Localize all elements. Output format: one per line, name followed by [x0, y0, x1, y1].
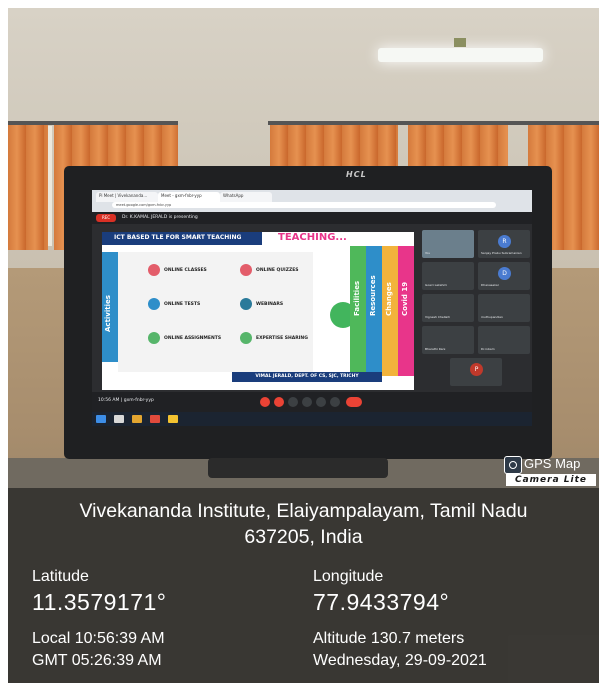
slide-pillar: Changes	[382, 246, 398, 376]
item-dot	[148, 264, 160, 276]
address: Vivekananda Institute, Elaiyampalayam, T…	[8, 498, 599, 550]
browser-tab-active: Meet - gxm-fnbr-yyp	[158, 192, 220, 202]
activities-panel: ONLINE CLASSES ONLINE QUIZZES ONLINE TES…	[118, 252, 313, 372]
monitor-screen: Pi Meet | Vivekananda... Meet - gxm-fnbr…	[92, 190, 532, 426]
longitude-value: 77.9433794°	[313, 589, 450, 615]
gps-watermark: GPS Map Camera Lite	[500, 454, 599, 486]
date: Wednesday, 29-09-2021	[313, 652, 487, 669]
address-line-1: Vivekananda Institute, Elaiyampalayam, T…	[79, 500, 528, 522]
address-bar: meet.google.com/gxm-fnbr-yyp	[112, 202, 496, 208]
pillar-label: Resources	[369, 275, 377, 316]
participant-name: Sanjay Prabu Subramanian	[481, 251, 522, 255]
meet-controls: 10:56 AM | gxm-fnbr-yyp	[92, 392, 532, 412]
presentation-slide: ICT BASED TLE FOR SMART TEACHING TEACHIN…	[102, 232, 414, 390]
participant-name: Vignesh Chellaih	[425, 315, 450, 319]
monitor-stand	[208, 458, 388, 478]
latitude-label: Latitude	[32, 568, 89, 585]
location-overlay: Vivekananda Institute, Elaiyampalayam, T…	[8, 488, 599, 683]
pillar-label: Covid 19	[401, 281, 409, 316]
pillar-label: Facilities	[353, 280, 361, 316]
chrome-icon	[168, 415, 178, 423]
participant-tile: R Sanjay Prabu Subramanian	[478, 230, 530, 258]
item-dot	[240, 332, 252, 344]
taskbar-app-icon	[114, 415, 124, 423]
meet-header: REC Dr. K.KAMAL JERALD is presenting	[92, 212, 532, 224]
address-line-2: 637205, India	[244, 526, 363, 548]
participant-tile: muthupandian	[478, 294, 530, 322]
start-icon	[96, 415, 106, 423]
avatar: D	[498, 267, 511, 280]
hang-up-icon	[346, 397, 362, 407]
browser-tab: Pi Meet | Vivekananda...	[96, 192, 158, 202]
slide-item: ONLINE TESTS	[164, 302, 201, 307]
gmt-time: GMT 05:26:39 AM	[32, 652, 162, 669]
ceiling-light	[378, 48, 543, 62]
participant-tile: Vignesh Chellaih	[422, 294, 474, 322]
slide-pillar: Facilities	[350, 246, 366, 376]
participant-name: Dr.inbam	[481, 347, 495, 351]
slide-heading: TEACHING...	[278, 232, 347, 243]
activities-label: Activities	[104, 295, 112, 332]
monitor: HCL Pi Meet | Vivekananda... Meet - gxm-…	[64, 166, 552, 459]
captions-icon	[288, 397, 298, 407]
present-icon	[316, 397, 326, 407]
avatar: P	[470, 363, 483, 376]
item-dot	[148, 332, 160, 344]
longitude-label: Longitude	[313, 568, 384, 585]
slide-item: EXPERTISE SHARING	[256, 336, 308, 341]
participant-name: Dhanasekar	[481, 283, 499, 287]
slide-item: ONLINE QUIZZES	[256, 268, 299, 273]
mic-off-icon	[260, 397, 270, 407]
watermark-subtitle: Camera Lite	[506, 474, 596, 486]
browser-toolbar: Pi Meet | Vivekananda... Meet - gxm-fnbr…	[92, 190, 532, 212]
avatar: R	[498, 235, 511, 248]
activities-bar: Activities	[102, 252, 118, 362]
participant-tile: Gowri Lakshmi	[422, 262, 474, 290]
slide-pillar: Covid 19	[398, 246, 414, 376]
camera-icon	[504, 456, 522, 474]
slide-title-band: ICT BASED TLE FOR SMART TEACHING	[102, 232, 262, 245]
participant-tile: Bharathi Rani	[422, 326, 474, 354]
pillar-label: Changes	[385, 282, 393, 316]
item-dot	[148, 298, 160, 310]
slide-item: ONLINE CLASSES	[164, 268, 207, 273]
taskbar-app-icon	[132, 415, 142, 423]
raise-hand-icon	[302, 397, 312, 407]
altitude: Altitude 130.7 meters	[313, 630, 465, 647]
participant-name: muthupandian	[481, 315, 503, 319]
curtain-left-1	[8, 125, 48, 250]
taskbar-app-icon	[150, 415, 160, 423]
slide-title: ICT BASED TLE FOR SMART TEACHING	[114, 234, 242, 241]
participant-name: Bharathi Rani	[425, 347, 446, 351]
meeting-code: 10:56 AM | gxm-fnbr-yyp	[98, 398, 154, 403]
camera-off-icon	[274, 397, 284, 407]
browser-tab: WhatsApp	[220, 192, 272, 202]
participant-tile-self: P	[450, 358, 502, 386]
more-icon	[330, 397, 340, 407]
item-dot	[240, 264, 252, 276]
item-dot	[240, 298, 252, 310]
participant-tile: You	[422, 230, 474, 258]
participant-name: You	[425, 251, 431, 255]
rec-badge: REC	[96, 214, 116, 222]
slide-item: WEBINARS	[256, 302, 284, 307]
latitude-value: 11.3579171°	[32, 589, 167, 615]
watermark-title: GPS Map	[524, 456, 581, 471]
slide-item: ONLINE ASSIGNMENTS	[164, 336, 222, 341]
slide-footer: VIMAL JERALD, DEPT. OF CS, SJC, TRICHY	[232, 372, 382, 382]
slide-pillar: Resources	[366, 246, 382, 376]
participant-tile: Dr.inbam	[478, 326, 530, 354]
exit-sign	[454, 38, 466, 47]
monitor-brand: HCL	[346, 170, 367, 179]
local-time: Local 10:56:39 AM	[32, 630, 165, 647]
taskbar	[92, 412, 532, 426]
presenting-text: Dr. K.KAMAL JERALD is presenting	[122, 215, 198, 220]
participant-tile: D Dhanasekar	[478, 262, 530, 290]
participant-name: Gowri Lakshmi	[425, 283, 448, 287]
